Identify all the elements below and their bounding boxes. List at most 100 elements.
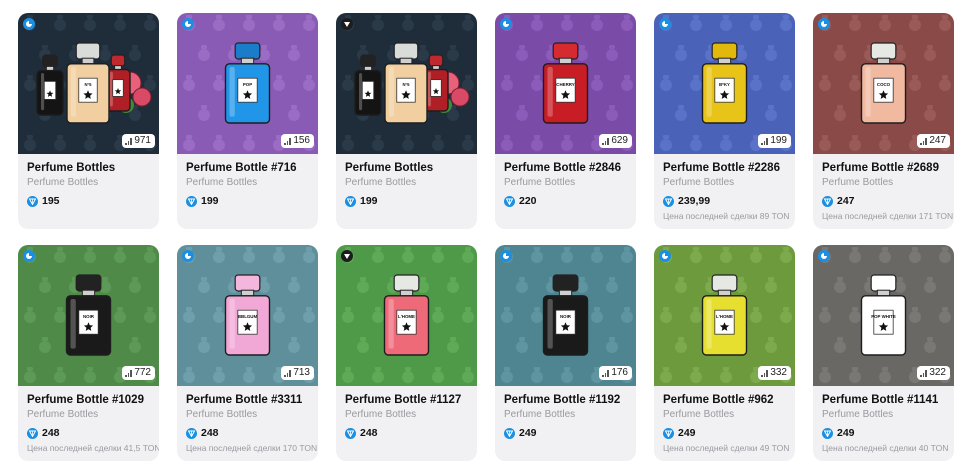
gift-title: Perfume Bottles: [345, 162, 434, 174]
gift-title: Perfume Bottle #1192: [504, 394, 621, 406]
supply-count: 156: [293, 135, 310, 146]
gift-price: 249: [822, 426, 945, 440]
bars-icon: [602, 137, 609, 145]
price-value: 248: [42, 427, 60, 439]
gift-collection: Perfume Bottles: [822, 177, 894, 188]
supply-count-badge: 332: [758, 366, 791, 380]
gift-title: Perfume Bottle #3311: [186, 394, 303, 406]
gift-collection: Perfume Bottles: [504, 177, 576, 188]
gift-info: Perfume Bottle #716 Perfume Bottles 199: [177, 154, 318, 208]
gift-info: Perfume Bottle #2689 Perfume Bottles 247 Це…: [813, 154, 954, 221]
last-sale-price: Цена последней сделки 170 TON: [186, 443, 318, 453]
supply-count: 713: [293, 367, 310, 378]
supply-count-badge: 247: [917, 134, 950, 148]
bars-icon: [761, 137, 768, 145]
gift-collection: Perfume Bottles: [345, 409, 417, 420]
price-value: 248: [201, 427, 219, 439]
gift-price: 220: [504, 194, 627, 208]
gift-title: Perfume Bottles: [27, 162, 116, 174]
gift-price: 247: [822, 194, 945, 208]
gift-card[interactable]: NOIR 176 Perfume Bottle #1192 Perfume Bottl…: [495, 245, 636, 461]
supply-count-badge: 156: [281, 134, 314, 148]
svg-text:NOIR: NOIR: [83, 314, 95, 319]
gift-info: Perfume Bottle #962 Perfume Bottles 249 Цен…: [654, 386, 795, 453]
last-sale-price: Цена последней сделки 171 TON: [822, 211, 954, 221]
gift-card[interactable]: POP WHITE 322 Perfume Bottle #1141 Perfume …: [813, 245, 954, 461]
gift-collection: Perfume Bottles: [822, 409, 894, 420]
last-sale-price: Цена последней сделки 40 TON: [822, 443, 949, 453]
svg-text:N°5: N°5: [84, 82, 92, 87]
gift-price: 248: [345, 426, 468, 440]
gift-price: 249: [663, 426, 786, 440]
gift-title: Perfume Bottle #2846: [504, 162, 621, 174]
gift-info: Perfume Bottles Perfume Bottles 199: [336, 154, 477, 208]
verified-icon: [23, 250, 35, 262]
bars-icon: [920, 137, 927, 145]
gift-card[interactable]: NOIR 772 Perfume Bottle #1029 Perfume Bottl…: [18, 245, 159, 461]
price-value: 249: [678, 427, 696, 439]
verified-icon: [500, 18, 512, 30]
supply-count-badge: 176: [599, 366, 632, 380]
verified-icon: [818, 250, 830, 262]
verified-icon: [341, 250, 353, 262]
ton-icon: [186, 195, 197, 207]
bars-icon: [125, 369, 132, 377]
ton-icon: [822, 427, 833, 439]
gift-thumbnail: N°5 971: [18, 13, 159, 154]
bars-icon: [920, 369, 927, 377]
gift-title: Perfume Bottle #1127: [345, 394, 462, 406]
price-value: 199: [201, 195, 219, 207]
gift-card[interactable]: N°5 Perfume Bottles Perfume Bottles 199: [336, 13, 477, 229]
price-value: 195: [42, 195, 60, 207]
verified-icon: [500, 250, 512, 262]
verified-icon: [23, 18, 35, 30]
perfume-bottle-image: [354, 54, 382, 116]
supply-count: 199: [770, 135, 787, 146]
gift-card[interactable]: POP 156 Perfume Bottle #716 Perfume Bottles…: [177, 13, 318, 229]
supply-count: 247: [929, 135, 946, 146]
gift-collection: Perfume Bottles: [345, 177, 417, 188]
ton-icon: [345, 195, 356, 207]
gift-card[interactable]: COCO 247 Perfume Bottle #2689 Perfume Bottl…: [813, 13, 954, 229]
supply-count-badge: 713: [281, 366, 314, 380]
gift-card[interactable]: BBLGUM 713 Perfume Bottle #3311 Perfume Bot…: [177, 245, 318, 461]
gift-thumbnail: NOIR 772: [18, 245, 159, 386]
svg-text:COCO: COCO: [877, 82, 891, 87]
bars-icon: [125, 137, 132, 145]
gift-info: Perfume Bottle #1127 Perfume Bottles 248: [336, 386, 477, 440]
price-value: 248: [360, 427, 378, 439]
gift-info: Perfume Bottle #2286 Perfume Bottles 239,9…: [654, 154, 795, 221]
gift-title: Perfume Bottle #1029: [27, 394, 144, 406]
gift-card[interactable]: CHERRY 629 Perfume Bottle #2846 Perfume Bot…: [495, 13, 636, 229]
gift-card[interactable]: N°5 971 Perfume Bottles Perfume Bottles 195: [18, 13, 159, 229]
verified-icon: [818, 18, 830, 30]
gift-card[interactable]: L'HOME Perfume Bottle #1127 Perfume Bottle…: [336, 245, 477, 461]
verified-icon: [182, 250, 194, 262]
perfume-bottle-image: [36, 54, 64, 116]
gift-info: Perfume Bottle #1141 Perfume Bottles 249 Це…: [813, 386, 954, 453]
gift-price: 248: [186, 426, 309, 440]
gift-title: Perfume Bottle #1141: [822, 394, 939, 406]
gift-collection: Perfume Bottles: [504, 409, 576, 420]
supply-count: 971: [134, 135, 151, 146]
gift-grid: N°5 971 Perfume Bottles Perfume Bottles 195 P…: [18, 13, 954, 461]
gift-thumbnail: B*KY 199: [654, 13, 795, 154]
gift-card[interactable]: B*KY 199 Perfume Bottle #2286 Perfume Bottl…: [654, 13, 795, 229]
last-sale-price: Цена последней сделки 41,5 TON: [27, 443, 159, 453]
gift-info: Perfume Bottles Perfume Bottles 195: [18, 154, 159, 208]
gift-title: Perfume Bottle #962: [663, 394, 774, 406]
last-sale-price: Цена последней сделки 89 TON: [663, 211, 790, 221]
gift-collection: Perfume Bottles: [186, 177, 258, 188]
gift-price: 199: [345, 194, 468, 208]
supply-count-badge: 971: [122, 134, 155, 148]
price-value: 247: [837, 195, 855, 207]
gift-collection: Perfume Bottles: [663, 177, 735, 188]
supply-count: 176: [611, 367, 628, 378]
bars-icon: [284, 369, 291, 377]
verified-icon: [182, 18, 194, 30]
gift-card[interactable]: L'HOME 332 Perfume Bottle #962 Perfume Bott…: [654, 245, 795, 461]
svg-text:L'HOME: L'HOME: [398, 314, 415, 319]
gift-thumbnail: L'HOME 332: [654, 245, 795, 386]
gift-title: Perfume Bottle #2286: [663, 162, 780, 174]
gift-info: Perfume Bottle #1029 Perfume Bottles 248 Це…: [18, 386, 159, 453]
